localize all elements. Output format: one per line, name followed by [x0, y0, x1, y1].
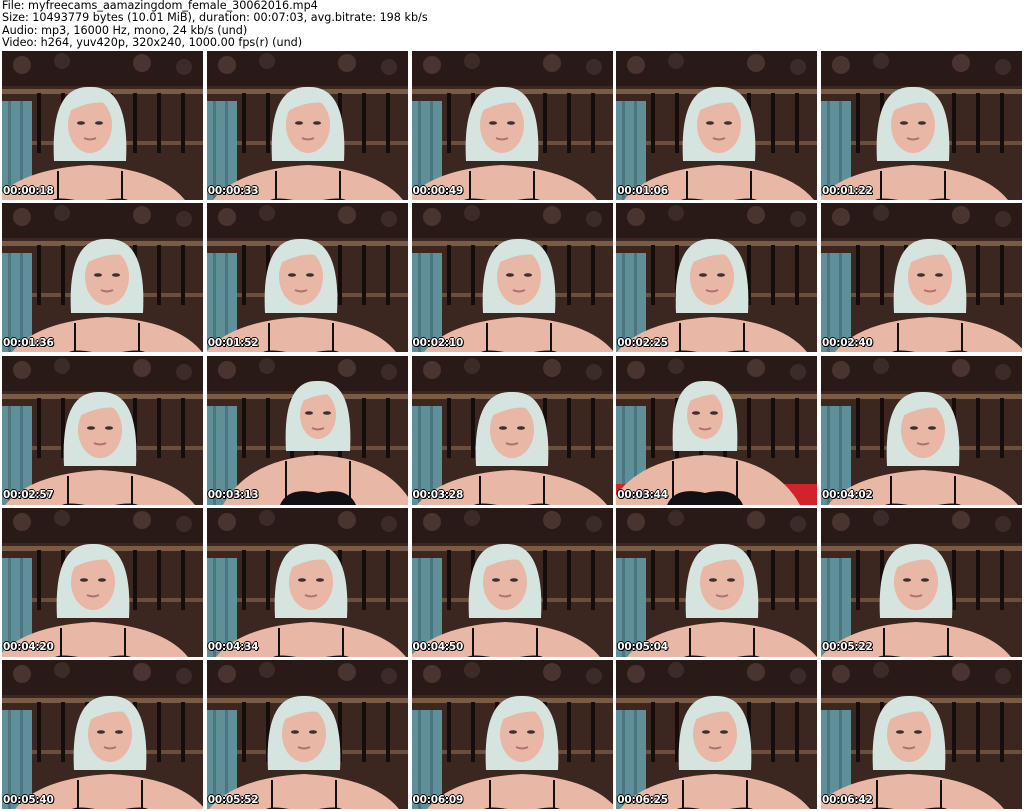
frame-timestamp: 00:00:49 [412, 184, 464, 197]
thumbnail-frame: 00:02:57 [2, 355, 203, 505]
frame-timestamp: 00:05:22 [822, 641, 873, 654]
thumbnail-frame: 00:06:09 [411, 660, 613, 809]
video-frame-image [206, 660, 408, 809]
video-frame-image [2, 660, 203, 809]
video-frame-image [821, 51, 1022, 200]
frame-timestamp: 00:02:57 [3, 489, 54, 501]
thumbnail-frame: 00:05:52 [206, 660, 408, 809]
frame-timestamp: 00:05:04 [617, 641, 668, 654]
thumbnail-frame: 00:03:13 [206, 355, 408, 505]
frame-timestamp: 00:05:40 [3, 793, 54, 806]
thumbnail-frame: 00:06:25 [616, 660, 818, 809]
thumbnail-frame: 00:05:22 [821, 507, 1022, 657]
video-frame-image [206, 507, 408, 657]
thumbnail-frame: 00:04:50 [411, 507, 613, 657]
video-frame-image [616, 660, 818, 809]
thumbnail-frame: 00:02:40 [821, 203, 1022, 353]
video-frame-image [2, 355, 203, 505]
thumbnail-frame: 00:05:40 [2, 660, 203, 809]
video-frame-image [821, 203, 1022, 353]
frame-timestamp: 00:01:36 [3, 336, 54, 349]
frame-timestamp: 00:01:52 [207, 336, 259, 349]
frame-timestamp: 00:01:22 [822, 184, 873, 197]
video-frame-image [411, 203, 613, 353]
thumbnail-frame: 00:02:10 [411, 203, 613, 353]
thumbnail-frame: 00:00:49 [411, 51, 613, 200]
frame-timestamp: 00:03:13 [207, 489, 259, 501]
video-frame-image [616, 355, 818, 505]
video-frame-image [206, 355, 408, 505]
video-frame-image [821, 660, 1022, 809]
frame-timestamp: 00:01:06 [617, 184, 668, 197]
thumbnail-frame: 00:01:52 [206, 203, 408, 353]
video-frame-image [2, 507, 203, 657]
thumbnail-frame: 00:01:22 [821, 51, 1022, 200]
video-frame-image [411, 507, 613, 657]
video-frame-image [2, 203, 203, 353]
video-frame-image [206, 51, 408, 200]
thumbnail-frame: 00:04:20 [2, 507, 203, 657]
thumbnail-frame: 00:00:18 [2, 51, 203, 200]
video-frame-image [206, 203, 408, 353]
frame-timestamp: 00:02:25 [617, 336, 668, 349]
thumbnail-frame: 00:02:25 [616, 203, 818, 353]
frame-timestamp: 00:06:09 [412, 793, 464, 806]
frame-timestamp: 00:03:44 [617, 489, 668, 501]
frame-timestamp: 00:02:10 [412, 336, 464, 349]
thumbnail-frame: 00:05:04 [616, 507, 818, 657]
thumbnail-frame: 00:06:42 [821, 660, 1022, 809]
thumbnail-frame: 00:04:34 [206, 507, 408, 657]
video-frame-image [2, 51, 203, 200]
thumbnail-frame: 00:00:33 [206, 51, 408, 200]
video-frame-image [821, 507, 1022, 657]
frame-timestamp: 00:03:28 [412, 489, 464, 501]
frame-timestamp: 00:00:18 [3, 184, 54, 197]
video-frame-image [411, 355, 613, 505]
video-frame-image [411, 51, 613, 200]
thumbnail-frame: 00:01:06 [616, 51, 818, 200]
thumbnail-frame: 00:03:28 [411, 355, 613, 505]
frame-timestamp: 00:05:52 [207, 793, 259, 806]
file-info-header: File: myfreecams_aamazingdom_female_3006… [2, 0, 1022, 50]
frame-timestamp: 00:06:25 [617, 793, 668, 806]
thumbnail-frame: 00:04:02 [821, 355, 1022, 505]
frame-timestamp: 00:02:40 [822, 336, 873, 349]
frame-timestamp: 00:06:42 [822, 793, 873, 806]
video-frame-image [411, 660, 613, 809]
video-frame-image [616, 507, 818, 657]
thumbnail-frame: 00:01:36 [2, 203, 203, 353]
frame-timestamp: 00:00:33 [207, 184, 259, 197]
frame-timestamp: 00:04:20 [3, 641, 54, 654]
video-frame-image [821, 355, 1022, 505]
video-info-line: Video: h264, yuv420p, 320x240, 1000.00 f… [2, 35, 303, 49]
frame-timestamp: 00:04:02 [822, 489, 873, 501]
video-frame-image [616, 51, 818, 200]
frame-timestamp: 00:04:50 [412, 641, 464, 654]
frame-timestamp: 00:04:34 [207, 641, 259, 654]
thumbnail-grid: 00:00:18 00:00:33 00:00:49 00:01:06 00:01:22… [2, 51, 1022, 809]
file-size-line: Size: 10493779 bytes (10.01 MiB), durati… [2, 11, 428, 25]
thumbnail-frame: 00:03:44 [616, 355, 818, 505]
video-frame-image [616, 203, 818, 353]
